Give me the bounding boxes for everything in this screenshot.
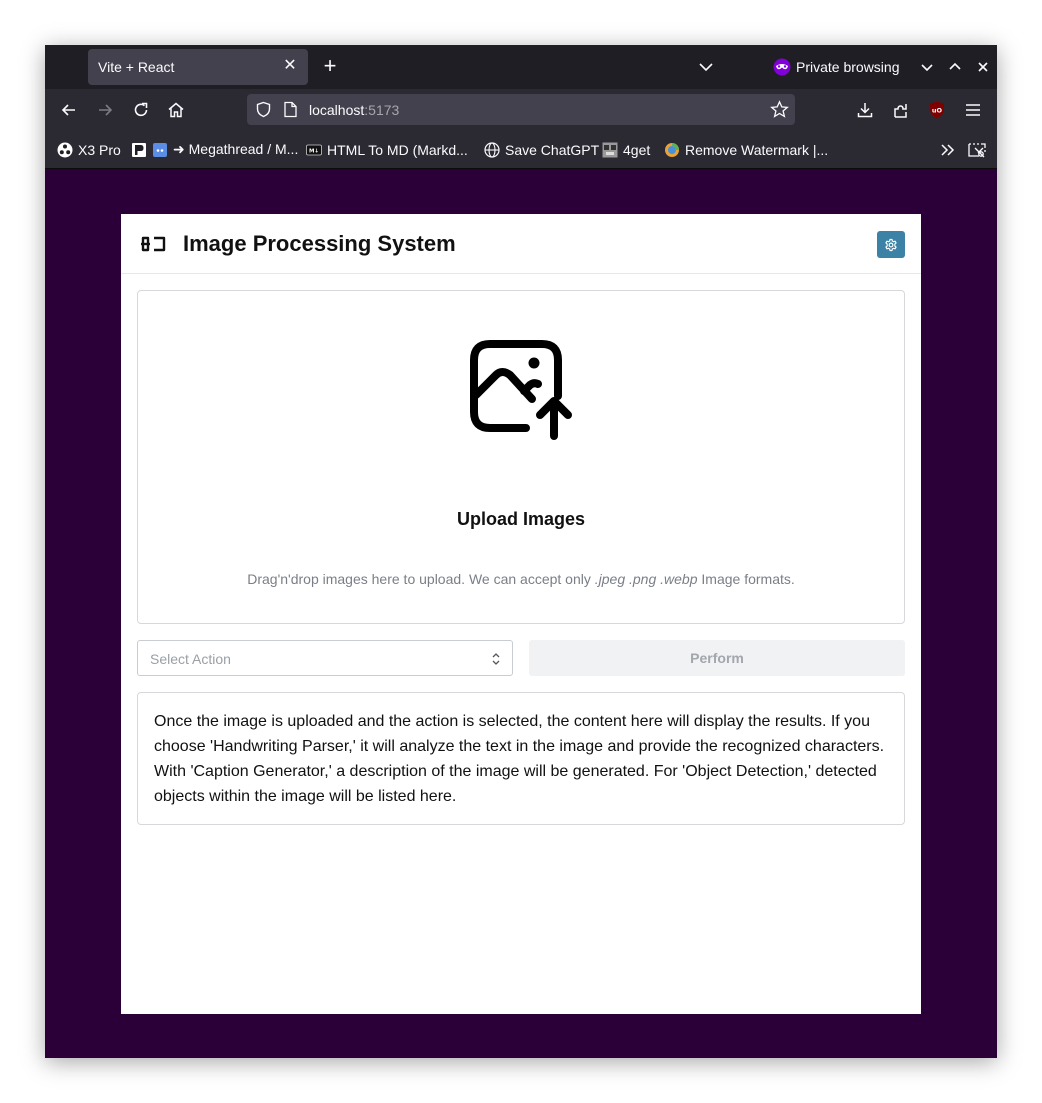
bookmark-megathread[interactable]: ➜ Megathread / M... — [131, 141, 298, 158]
x3-pro-icon — [57, 142, 73, 157]
bookmark-html-to-md[interactable]: M↓ HTML To MD (Markd... — [306, 141, 468, 158]
extensions-icon[interactable] — [891, 100, 911, 120]
image-upload-icon — [470, 340, 572, 440]
new-tab-button[interactable]: + — [319, 55, 341, 78]
navigation-toolbar: localhost:5173 uO — [45, 89, 997, 129]
bookmark-label: Save ChatGPT — [505, 141, 600, 158]
tab-strip: Vite + React ✕ + Private browsing — [45, 45, 997, 89]
tracking-shield-icon[interactable] — [255, 101, 272, 118]
back-arrow-icon[interactable] — [59, 100, 79, 120]
bookmark-label: X3 Pro — [78, 141, 121, 158]
url-text[interactable]: localhost:5173 — [309, 102, 399, 118]
discord-icon — [153, 142, 167, 157]
globe-icon — [484, 141, 500, 158]
private-browsing-label: Private browsing — [796, 59, 900, 75]
tab-close-icon[interactable]: ✕ — [281, 57, 299, 75]
close-window-icon[interactable] — [974, 58, 992, 76]
svg-text:uO: uO — [932, 107, 943, 115]
action-select[interactable]: Select Action — [137, 640, 513, 676]
browser-window: Vite + React ✕ + Private browsing localh… — [45, 45, 997, 1058]
bookmarks-toolbar: X3 Pro ➜ Megathread / M... M↓ HTML To MD… — [45, 129, 997, 169]
megathread-icon — [132, 142, 146, 157]
bookmark-label: HTML To MD (Markd... — [327, 141, 468, 158]
screenshot-icon[interactable] — [967, 140, 987, 160]
reload-icon[interactable] — [131, 100, 151, 120]
gear-icon — [885, 238, 897, 252]
upload-hint: Drag'n'drop images here to upload. We ca… — [138, 571, 904, 587]
image-dropzone[interactable]: Upload Images Drag'n'drop images here to… — [137, 290, 905, 624]
page-viewport: Image Processing System Upload Images Dr… — [45, 170, 997, 1058]
app-card: Image Processing System Upload Images Dr… — [121, 214, 921, 1014]
url-host: localhost — [309, 102, 365, 118]
bookmark-label: 4get — [623, 141, 651, 158]
chevron-down-icon[interactable] — [697, 58, 715, 76]
bookmark-star-icon[interactable] — [770, 100, 789, 119]
settings-button[interactable] — [877, 231, 905, 258]
app-logo-icon — [141, 236, 166, 252]
action-select-placeholder: Select Action — [150, 651, 231, 667]
upload-hint-prefix: Drag'n'drop images here to upload. We ca… — [247, 571, 591, 587]
upload-title: Upload Images — [456, 509, 586, 529]
bookmark-label: ➜ Megathread / M... — [173, 141, 299, 157]
home-icon[interactable] — [166, 100, 186, 120]
perform-button[interactable]: Perform — [529, 640, 905, 676]
remove-watermark-icon — [665, 142, 679, 157]
select-updown-icon — [492, 653, 500, 665]
ublock-origin-icon[interactable]: uO — [927, 100, 947, 120]
page-title: Image Processing System — [183, 231, 456, 256]
forward-arrow-icon[interactable] — [95, 100, 115, 120]
upload-hint-suffix: Image formats. — [701, 571, 795, 587]
results-panel: Once the image is uploaded and the actio… — [137, 692, 905, 825]
svg-text:M↓: M↓ — [309, 147, 319, 154]
more-bookmarks-icon[interactable] — [938, 140, 958, 160]
downloads-icon[interactable] — [855, 100, 875, 120]
app-menu-icon[interactable] — [963, 100, 983, 120]
minimize-icon[interactable] — [918, 58, 936, 76]
url-bar[interactable]: localhost:5173 — [247, 94, 795, 125]
accepted-formats: .jpeg .png .webp — [594, 571, 698, 587]
tab-active[interactable]: Vite + React ✕ — [88, 49, 308, 85]
private-browsing-indicator: Private browsing — [773, 58, 900, 76]
bookmark-remove-watermark[interactable]: Remove Watermark |... — [664, 141, 828, 158]
app-header: Image Processing System — [121, 214, 921, 274]
markdown-icon: M↓ — [306, 144, 322, 155]
url-port: :5173 — [364, 102, 400, 118]
bookmark-label: Remove Watermark |... — [685, 141, 829, 158]
bookmark-save-chatgpt[interactable]: Save ChatGPT — [484, 141, 599, 158]
bookmark-x3-pro[interactable]: X3 Pro — [57, 141, 121, 158]
page-info-icon[interactable] — [283, 101, 298, 118]
maximize-icon[interactable] — [946, 58, 964, 76]
4get-icon — [602, 142, 618, 157]
bookmark-4get[interactable]: 4get — [602, 141, 650, 158]
private-mask-icon — [773, 58, 791, 76]
tab-title: Vite + React — [98, 59, 175, 75]
